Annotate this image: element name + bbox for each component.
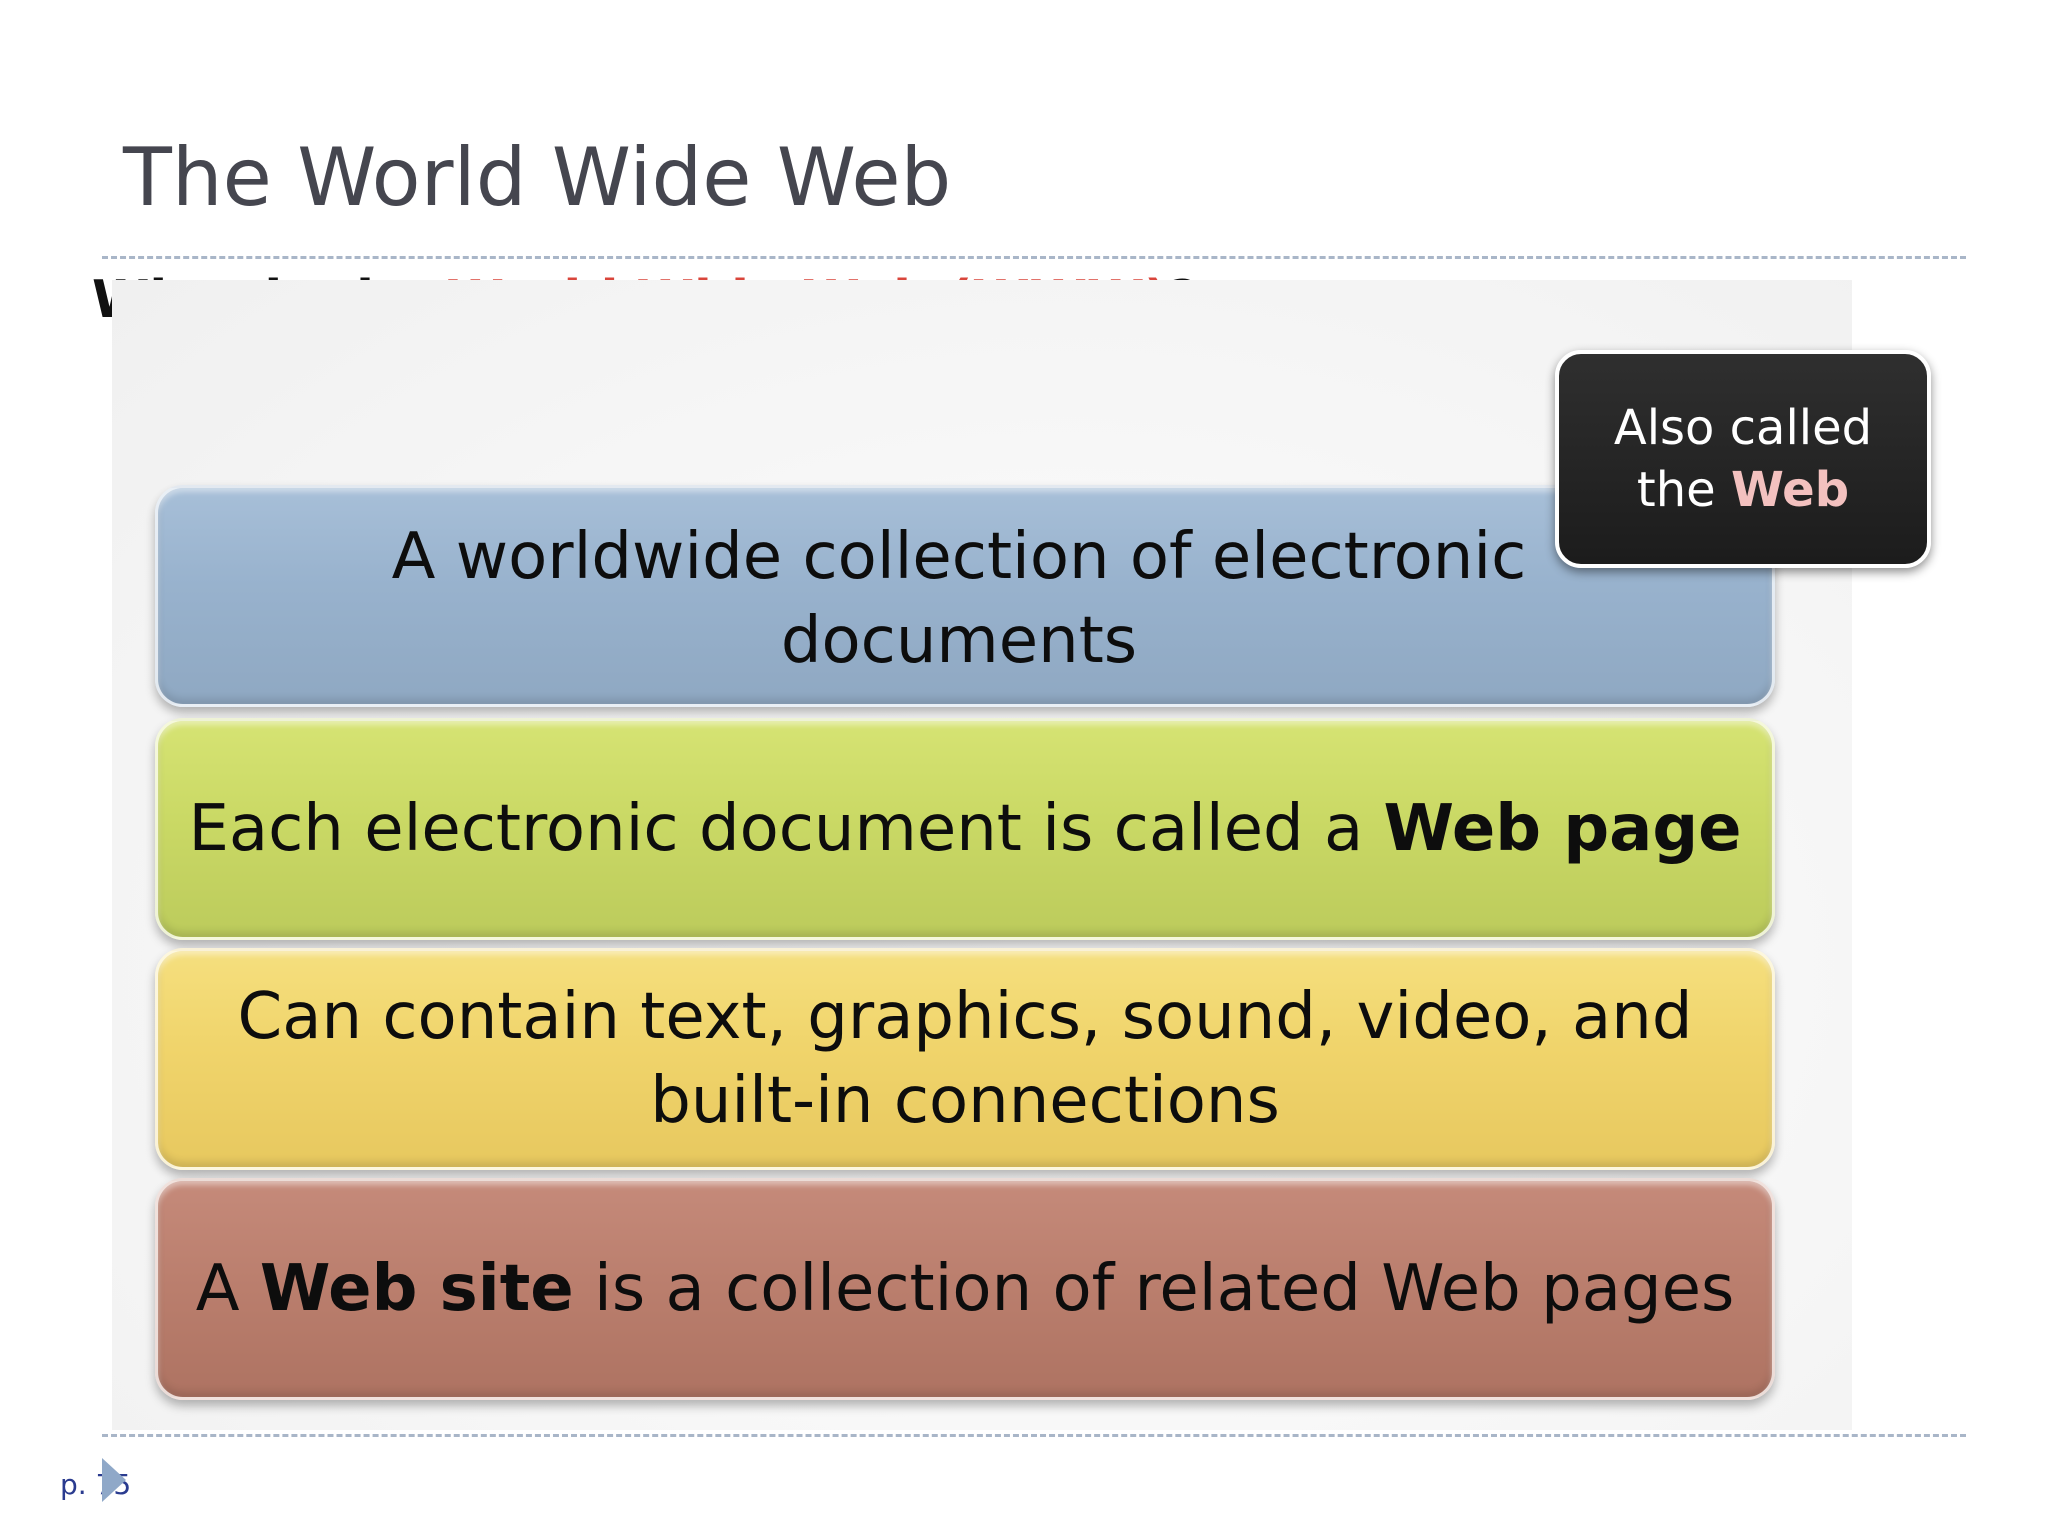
band-web-page: Each electronic document is called a Web… [155, 718, 1775, 940]
callout-line: Also called [1613, 399, 1873, 456]
band-line: built-in connections [650, 1064, 1280, 1138]
slide-title: The World Wide Web [123, 131, 952, 224]
band-line: A worldwide collection of electronic [391, 519, 1527, 594]
band-line: Can contain text, graphics, sound, video… [237, 979, 1693, 1054]
band-text: Can contain text, graphics, sound, video… [238, 975, 1693, 1144]
band-text: A worldwide collection of electronic doc… [392, 515, 1539, 684]
callout-bold-term: Web [1730, 462, 1850, 518]
band-prefix: A [195, 1251, 260, 1326]
callout-also-called: Also called the Web [1555, 350, 1931, 568]
top-divider [102, 256, 1966, 259]
band-bold-term: Web site [259, 1251, 574, 1326]
band-plain-text: Each electronic document is called a [188, 791, 1384, 866]
bottom-divider [102, 1434, 1966, 1437]
band-web-site: A Web site is a collection of related We… [155, 1178, 1775, 1400]
band-line: documents [780, 604, 1138, 678]
band-text: Each electronic document is called a Web… [188, 787, 1741, 871]
band-text: A Web site is a collection of related We… [196, 1247, 1735, 1331]
callout-line-prefix: the [1636, 462, 1731, 518]
callout-text: Also called the Web [1614, 397, 1872, 522]
band-can-contain: Can contain text, graphics, sound, video… [155, 948, 1775, 1170]
band-suffix: is a collection of related Web pages [573, 1251, 1735, 1326]
band-worldwide-collection: A worldwide collection of electronic doc… [155, 485, 1775, 707]
band-bold-term: Web page [1383, 791, 1742, 866]
play-arrow-icon [102, 1458, 126, 1502]
